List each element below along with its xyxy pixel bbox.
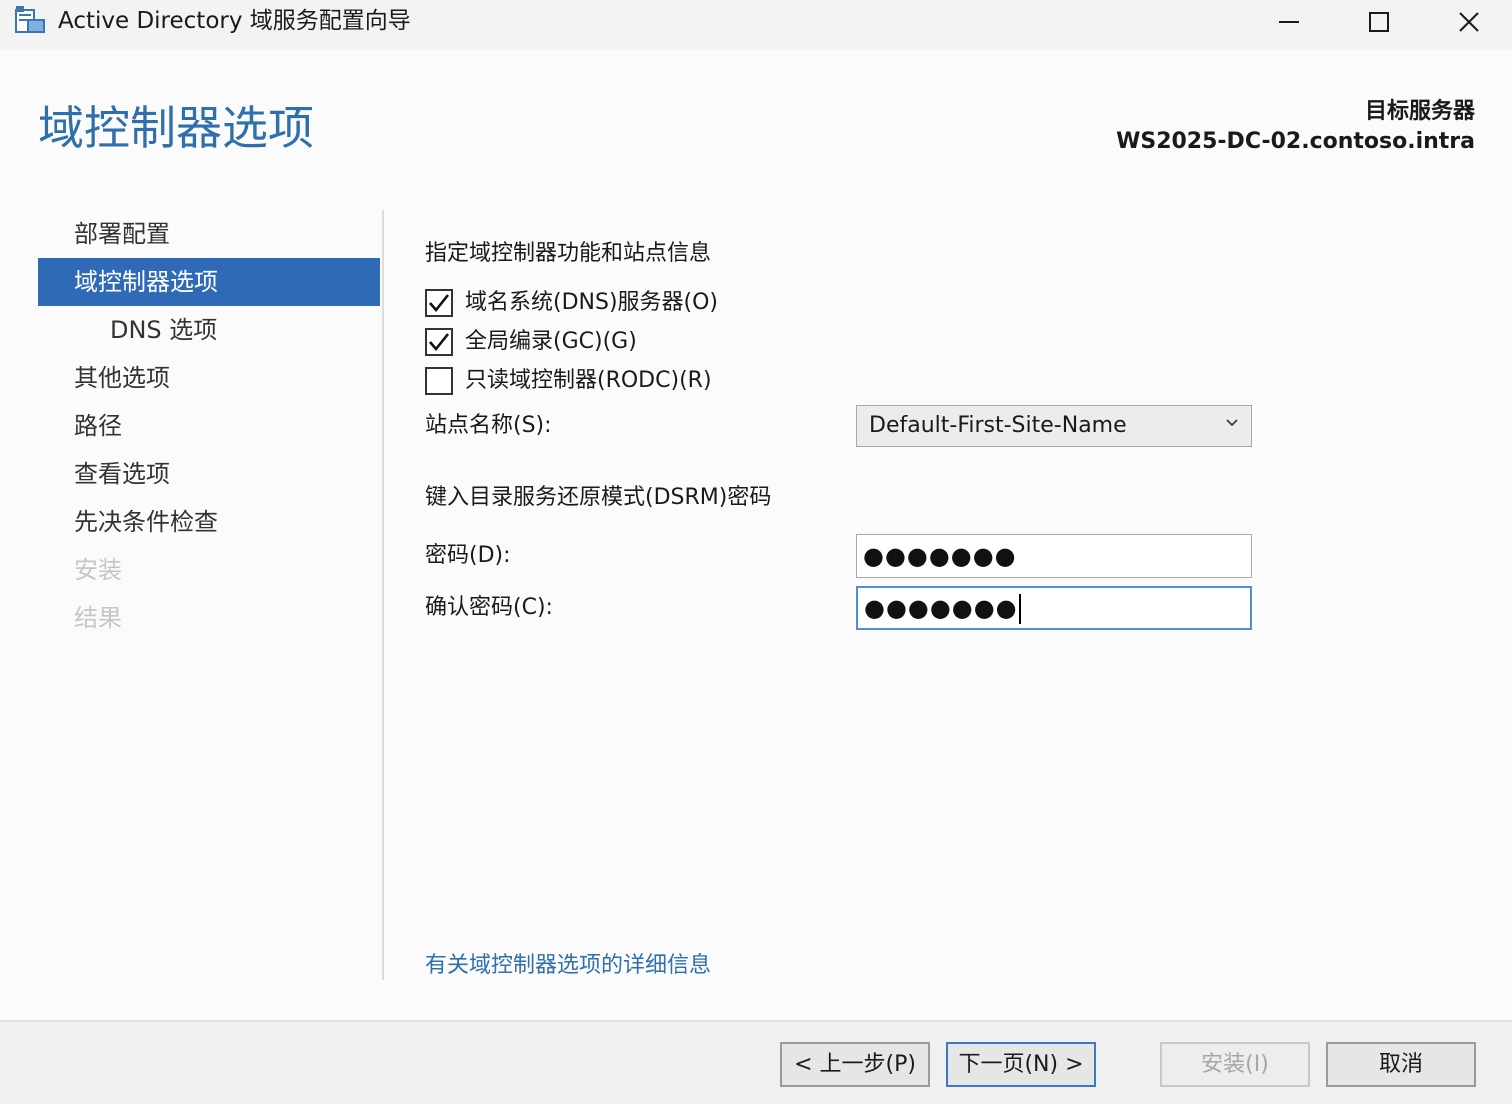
page-title: 域控制器选项: [38, 101, 314, 155]
dns-server-checkbox[interactable]: [425, 289, 453, 317]
text-caret: [1018, 594, 1021, 624]
global-catalog-option[interactable]: 全局编录(GC)(G): [425, 325, 637, 359]
global-catalog-checkbox[interactable]: [425, 328, 453, 356]
maximize-icon: [1369, 12, 1389, 32]
site-name-value: Default-First-Site-Name: [869, 413, 1127, 438]
target-server-label: 目标服务器: [1364, 99, 1475, 124]
global-catalog-label: 全局编录(GC)(G): [465, 329, 637, 354]
rodc-label: 只读域控制器(RODC)(R): [465, 368, 712, 393]
nav-item-paths[interactable]: 路径: [38, 402, 380, 450]
dns-server-option[interactable]: 域名系统(DNS)服务器(O): [425, 286, 718, 320]
minimize-icon: [1279, 21, 1299, 23]
checkmark-icon: [429, 333, 450, 352]
confirm-password-label: 确认密码(C):: [425, 595, 553, 620]
site-name-label: 站点名称(S):: [425, 413, 552, 438]
nav-item-installation: 安装: [74, 556, 122, 584]
dns-server-label: 域名系统(DNS)服务器(O): [465, 290, 719, 315]
maximize-button[interactable]: [1334, 0, 1424, 44]
minimize-button[interactable]: [1244, 0, 1334, 44]
section-caption: 指定域控制器功能和站点信息: [425, 241, 712, 266]
site-name-select[interactable]: Default-First-Site-Name: [856, 405, 1252, 447]
nav-item-dc-options[interactable]: 域控制器选项: [38, 258, 380, 306]
rodc-option[interactable]: 只读域控制器(RODC)(R): [425, 364, 712, 398]
nav-item-prerequisites-check[interactable]: 先决条件检查: [38, 498, 380, 546]
dc-options-help-link[interactable]: 有关域控制器选项的详细信息: [425, 950, 711, 982]
nav-item-dns-options[interactable]: DNS 选项: [38, 306, 380, 354]
confirm-password-value: ●●●●●●●: [864, 594, 1018, 622]
title-bar[interactable]: Active Directory 域服务配置向导: [0, 0, 1512, 50]
chevron-down-icon: [1226, 419, 1238, 427]
nav-item-results: 结果: [74, 604, 122, 632]
previous-button[interactable]: < 上一步(P): [780, 1042, 930, 1087]
close-button[interactable]: [1424, 0, 1512, 44]
rodc-checkbox[interactable]: [425, 367, 453, 395]
checkmark-icon: [429, 294, 450, 313]
cancel-button[interactable]: 取消: [1326, 1042, 1476, 1087]
close-icon: [1459, 12, 1479, 32]
next-button[interactable]: 下一页(N) >: [946, 1042, 1096, 1087]
confirm-password-field[interactable]: ●●●●●●●: [856, 586, 1252, 630]
sidebar-divider: [382, 210, 384, 980]
ad-wizard-icon: [14, 6, 46, 36]
dsrm-caption: 键入目录服务还原模式(DSRM)密码: [425, 485, 772, 510]
nav-item-additional-options[interactable]: 其他选项: [38, 354, 380, 402]
target-server-name: WS2025-DC-02.contoso.intra: [1116, 129, 1475, 154]
install-button: 安装(I): [1160, 1042, 1310, 1087]
password-value: ●●●●●●●: [863, 542, 1017, 570]
window-title: Active Directory 域服务配置向导: [58, 8, 411, 34]
nav-item-review-options[interactable]: 查看选项: [38, 450, 380, 498]
password-field[interactable]: ●●●●●●●: [856, 534, 1252, 578]
nav-item-deployment-config[interactable]: 部署配置: [38, 210, 380, 258]
password-label: 密码(D):: [425, 543, 511, 568]
